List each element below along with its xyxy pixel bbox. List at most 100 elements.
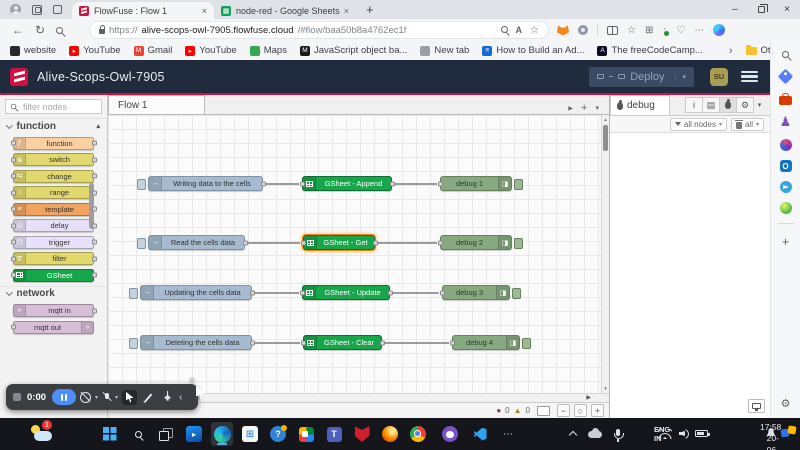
debug-tab[interactable]: debug <box>610 95 670 115</box>
open-debug-window-button[interactable] <box>748 399 765 413</box>
split-screen-icon[interactable] <box>607 26 618 35</box>
games-icon[interactable]: ♟ <box>778 114 794 130</box>
tab-close-icon[interactable]: × <box>202 6 207 16</box>
bookmark-item[interactable]: ≡How to Build an Ad... <box>482 45 584 56</box>
deploy-button[interactable]: Deploy ▾ <box>589 67 694 87</box>
taskbar-vscode[interactable] <box>469 422 491 446</box>
taskbar-teams[interactable]: T <box>323 422 345 446</box>
profile-icon[interactable] <box>10 4 21 15</box>
debug-toggle-button[interactable] <box>512 288 521 299</box>
palette-category-function[interactable]: function▴ <box>0 118 107 133</box>
zoom-search-icon[interactable] <box>501 24 508 36</box>
taskbar-firefox[interactable] <box>379 422 401 446</box>
palette-node-mqtt-out[interactable]: mqtt out» <box>13 321 94 334</box>
sidebar-search-icon[interactable] <box>778 46 794 62</box>
inject-button[interactable] <box>137 179 146 190</box>
sidebar-book-button[interactable]: ▤ <box>702 97 720 113</box>
scroll-up-icon[interactable]: ▴ <box>602 115 609 124</box>
outlook-icon[interactable]: O <box>780 160 792 172</box>
window-minimize-button[interactable]: – <box>722 0 748 19</box>
tools-icon[interactable] <box>779 96 792 105</box>
mic-caret-icon[interactable]: ▾ <box>115 394 118 401</box>
bookmark-item[interactable]: website <box>10 45 56 56</box>
gsheet-node[interactable]: GSheet - Clear <box>303 335 382 350</box>
debug-toggle-button[interactable] <box>514 238 523 249</box>
extension-icon[interactable] <box>578 25 588 35</box>
sidebar-caret-icon[interactable]: ▾ <box>753 97 766 113</box>
tab-actions-icon[interactable] <box>53 5 62 14</box>
copilot-icon[interactable] <box>713 24 725 36</box>
new-tab-button[interactable]: + <box>366 2 374 17</box>
debug-toggle-button[interactable] <box>514 179 523 190</box>
refresh-icon[interactable]: ↻ <box>35 23 45 37</box>
debug-node[interactable]: debug 4◨ <box>452 335 520 350</box>
bookmark-item[interactable]: MGmail <box>134 45 173 56</box>
debug-node[interactable]: debug 2◨ <box>440 235 512 250</box>
palette-node-change[interactable]: ⇆change <box>13 170 94 183</box>
collapse-icon[interactable]: ‹ <box>179 392 182 403</box>
inject-node[interactable]: →Read the cells data <box>148 235 245 250</box>
bookmark-item[interactable]: New tab <box>420 45 469 56</box>
inject-node[interactable]: →Deleting the cells data <box>140 335 252 350</box>
back-icon[interactable]: ← <box>12 23 24 37</box>
taskbar-get-help[interactable]: ? <box>267 422 289 446</box>
taskbar-mcafee[interactable] <box>351 422 373 446</box>
settings-icon[interactable]: ⚙ <box>778 395 794 411</box>
browser-tab[interactable]: FlowFuse : Flow 1× <box>72 2 214 19</box>
vscroll-thumb[interactable] <box>603 125 608 151</box>
taskbar-edge[interactable] <box>211 422 233 446</box>
palette-node-delay[interactable]: ⊙delay <box>13 219 94 232</box>
inject-button[interactable] <box>137 238 146 249</box>
bookmark-item[interactable]: MJavaScript object ba... <box>300 45 407 56</box>
chevron-up-icon[interactable] <box>569 431 577 439</box>
deploy-caret-icon[interactable]: ▾ <box>675 73 686 81</box>
taskbar-chrome[interactable] <box>407 422 429 446</box>
taskbar-more[interactable]: ⋯ <box>497 422 519 446</box>
taskbar-store[interactable]: ⊞ <box>239 422 261 446</box>
debug-filter-button[interactable]: all nodes ▾ <box>670 118 727 131</box>
list-flows-icon[interactable]: ▾ <box>595 104 599 112</box>
taskbar-meet[interactable] <box>295 422 317 446</box>
palette-scroll-up-icon[interactable]: ▴ <box>96 122 100 130</box>
palette-node-template[interactable]: ≡template <box>13 203 94 216</box>
mic-off-icon[interactable] <box>102 392 111 403</box>
workspaces-icon[interactable] <box>32 5 42 15</box>
metamask-icon[interactable] <box>557 25 569 36</box>
palette-node-trigger[interactable]: ⊓trigger <box>13 236 94 249</box>
add-icon[interactable]: + <box>778 233 794 249</box>
bookmark-item[interactable]: ▸YouTube <box>69 45 120 56</box>
bookmark-item[interactable]: Maps <box>250 45 287 56</box>
palette-category-network[interactable]: network <box>0 286 107 301</box>
window-restore-button[interactable] <box>748 0 774 19</box>
downloads-icon[interactable]: ↓ <box>662 25 667 36</box>
palette-search-input[interactable] <box>21 101 95 113</box>
weather-icon[interactable]: 1 <box>30 423 56 445</box>
scroll-down-icon[interactable]: ▾ <box>602 384 609 393</box>
zoom-out-button[interactable]: − <box>557 404 570 417</box>
collections-icon[interactable]: ⊞ <box>645 25 653 36</box>
gsheet-node[interactable]: GSheet - Append <box>302 176 392 191</box>
gsheet-node[interactable]: GSheet - Update <box>302 285 390 300</box>
favorites-icon[interactable]: ☆ <box>627 25 636 36</box>
main-menu-icon[interactable] <box>741 68 758 85</box>
stop-icon[interactable] <box>13 393 21 401</box>
inject-button[interactable] <box>129 288 138 299</box>
navigator-icon[interactable] <box>537 406 550 416</box>
debug-node[interactable]: debug 3◨ <box>442 285 510 300</box>
read-aloud-icon[interactable]: A <box>516 25 523 35</box>
recorder-close-icon[interactable]: × <box>189 376 195 387</box>
sidebar-gear-button[interactable]: ⚙ <box>736 97 754 113</box>
pause-button[interactable] <box>52 389 76 405</box>
camera-caret-icon[interactable]: ▾ <box>95 394 98 401</box>
user-avatar[interactable]: SU <box>710 68 728 86</box>
volume-icon[interactable] <box>679 429 690 438</box>
taskbar-github[interactable] <box>439 422 461 446</box>
browser-tab[interactable]: ▦node-red - Google Sheets× <box>214 2 356 19</box>
palette-node-range[interactable]: ↕range <box>13 186 94 199</box>
bookmarks-overflow-icon[interactable]: › <box>729 45 733 57</box>
gsheet-node[interactable]: GSheet - Get <box>303 235 375 250</box>
tab-close-icon[interactable]: × <box>344 6 349 16</box>
inject-node[interactable]: →Writing data to the cells <box>148 176 263 191</box>
more-toolbar-icon[interactable]: ⋯ <box>694 25 704 36</box>
sidebar-bug-button[interactable] <box>719 97 737 113</box>
